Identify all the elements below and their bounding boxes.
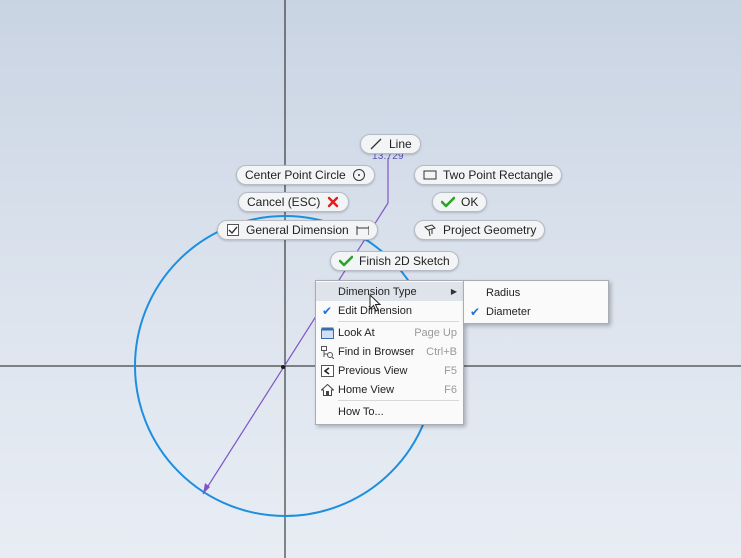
sketch-canvas[interactable] <box>0 0 741 558</box>
previous-view-label: Previous View <box>338 364 408 377</box>
checkmark-icon: ✔ <box>321 304 333 318</box>
ok-check-icon <box>441 195 455 209</box>
radius-label: Radius <box>486 286 521 299</box>
general-dimension-checkbox-icon <box>226 223 240 237</box>
menu-item-previous-view[interactable]: Previous View F5 <box>316 361 463 380</box>
menu-item-how-to[interactable]: How To... <box>316 402 463 421</box>
checkmark-icon: ✔ <box>469 305 481 319</box>
find-in-browser-label: Find in Browser <box>338 345 415 358</box>
menu-item-edit-dimension[interactable]: ✔ Edit Dimension <box>316 301 463 320</box>
submenu-item-radius[interactable]: Radius <box>464 283 608 302</box>
project-geometry-icon <box>423 223 437 237</box>
finish-2d-sketch-button[interactable]: Finish 2D Sketch <box>330 251 459 271</box>
look-at-icon <box>320 326 334 340</box>
menu-item-find-in-browser[interactable]: Find in Browser Ctrl+B <box>316 342 463 361</box>
mouse-cursor-icon <box>369 294 381 312</box>
two-point-rectangle-label: Two Point Rectangle <box>443 168 554 182</box>
center-point-circle-button[interactable]: Center Point Circle <box>236 165 375 185</box>
dimension-icon <box>355 223 369 237</box>
menu-divider <box>338 400 459 401</box>
diameter-label: Diameter <box>486 305 531 318</box>
cancel-x-icon <box>326 195 340 209</box>
center-point-circle-label: Center Point Circle <box>245 168 346 182</box>
how-to-label: How To... <box>338 405 384 418</box>
center-point-circle-icon <box>352 168 366 182</box>
line-button[interactable]: Line <box>360 134 421 154</box>
two-point-rectangle-button[interactable]: Two Point Rectangle <box>414 165 563 185</box>
menu-item-home-view[interactable]: Home View F6 <box>316 380 463 399</box>
previous-view-shortcut: F5 <box>444 364 457 377</box>
cancel-button[interactable]: Cancel (ESC) <box>238 192 350 212</box>
menu-divider <box>338 321 459 322</box>
submenu-arrow-icon: ▶ <box>450 287 457 296</box>
circle-center-point[interactable] <box>281 365 285 369</box>
look-at-label: Look At <box>338 326 375 339</box>
general-dimension-button[interactable]: General Dimension <box>217 220 378 240</box>
project-geometry-label: Project Geometry <box>443 223 537 237</box>
menu-item-look-at[interactable]: Look At Page Up <box>316 323 463 342</box>
context-menu: Dimension Type ▶ ✔ Edit Dimension Look A… <box>315 280 464 425</box>
previous-view-icon <box>320 364 334 378</box>
menu-item-dimension-type[interactable]: Dimension Type ▶ <box>316 282 463 301</box>
rectangle-icon <box>423 168 437 182</box>
dimension-type-submenu: Radius ✔ Diameter <box>463 280 609 324</box>
cancel-label: Cancel (ESC) <box>247 195 321 209</box>
home-view-label: Home View <box>338 383 395 396</box>
line-label: Line <box>389 137 412 151</box>
find-in-browser-icon <box>320 345 334 359</box>
submenu-item-diameter[interactable]: ✔ Diameter <box>464 302 608 321</box>
home-view-shortcut: F6 <box>444 383 457 396</box>
home-icon <box>320 383 334 397</box>
look-at-shortcut: Page Up <box>414 326 457 339</box>
find-in-browser-shortcut: Ctrl+B <box>426 345 457 358</box>
line-icon <box>369 137 383 151</box>
ok-label: OK <box>461 195 479 209</box>
project-geometry-button[interactable]: Project Geometry <box>414 220 546 240</box>
finish-2d-sketch-label: Finish 2D Sketch <box>359 254 450 268</box>
finish-check-icon <box>339 254 353 268</box>
ok-button[interactable]: OK <box>432 192 488 212</box>
general-dimension-label: General Dimension <box>246 223 349 237</box>
